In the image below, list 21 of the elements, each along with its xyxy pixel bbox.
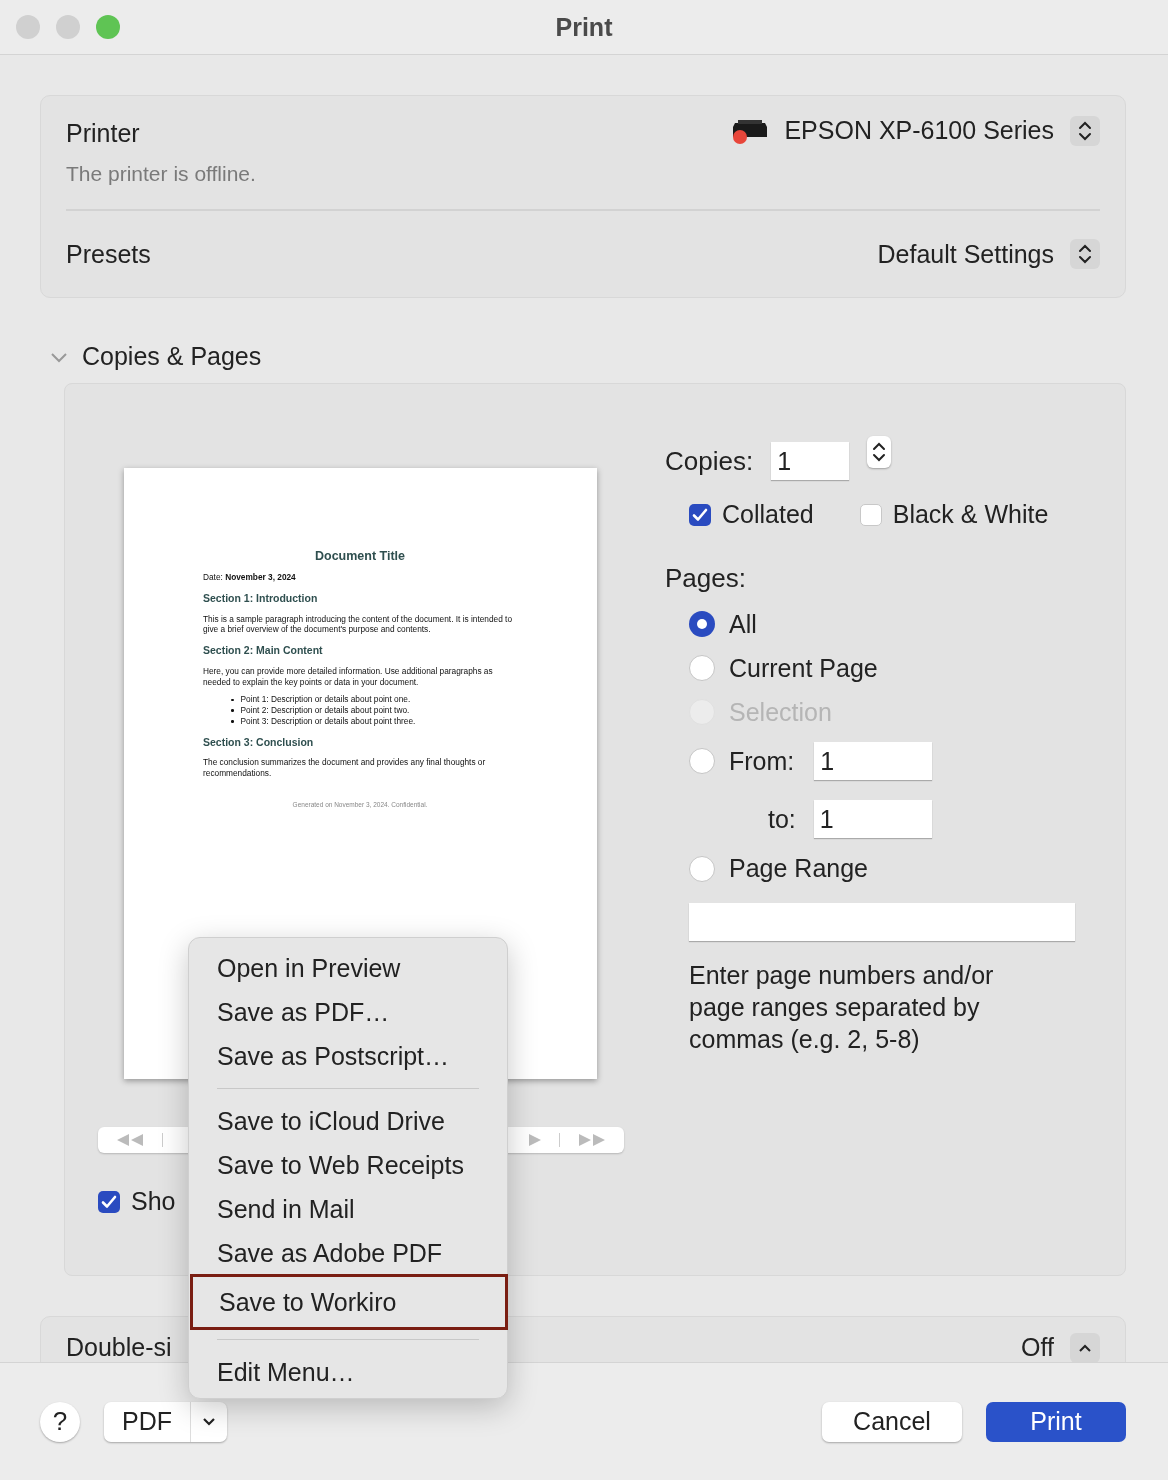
printer-label: Printer bbox=[66, 119, 141, 148]
document-heading: Section 1: Introduction bbox=[203, 592, 319, 606]
pages-label: Pages: bbox=[665, 563, 747, 594]
presets-label: Presets bbox=[66, 239, 151, 269]
printer-status: The printer is offline. bbox=[66, 162, 256, 186]
document-bullet: Point 3: Description or details about point three. bbox=[240, 716, 416, 727]
double-sided-label: Double-si bbox=[66, 1333, 172, 1362]
page-range-hint: Enter page numbers and/or page ranges separated by commas (e.g. 2, 5-8) bbox=[689, 960, 995, 1055]
document-paragraph: Here, you can provide more detailed information. Use additional paragraphs as needed to explain the key points or data in your document. bbox=[203, 665, 494, 688]
document-paragraph: This is a sample paragraph introducing the content of the document. It is intended to give a brief overview of the document's purpose and contents. bbox=[203, 613, 513, 636]
section-title: Copies & Pages bbox=[82, 342, 262, 371]
copies-label: Copies: bbox=[665, 445, 754, 477]
to-label: to: bbox=[768, 804, 796, 834]
document-date: Date: November 3, 2024 bbox=[203, 572, 297, 584]
document-heading: Section 3: Conclusion bbox=[203, 735, 315, 750]
document-bullet: Point 1: Description or details about point one. bbox=[240, 694, 411, 706]
document-bullet: Point 2: Description or details about point two. bbox=[240, 705, 410, 716]
document-heading: Section 2: Main Content bbox=[203, 644, 324, 658]
document-title: Document Title bbox=[313, 548, 407, 565]
document-paragraph: The conclusion summarizes the document and provides any final thoughts or recommendations. bbox=[203, 757, 487, 779]
window-title: Print bbox=[554, 12, 614, 42]
